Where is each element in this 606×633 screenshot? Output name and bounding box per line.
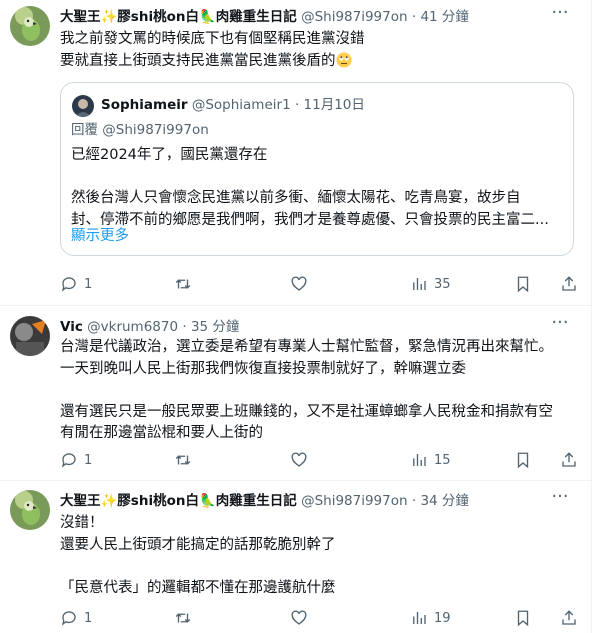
bookmark-button[interactable] bbox=[514, 608, 532, 628]
text-line: 還有選民只是一般民眾要上班賺錢的，又不是社運蟑螂拿人民稅金和捐款有空 bbox=[60, 403, 553, 420]
show-more-link[interactable]: 顯示更多 bbox=[71, 225, 129, 247]
quoted-reply-to: 回覆 @Shi987i997on bbox=[71, 122, 209, 138]
bookmark-icon bbox=[517, 610, 529, 627]
reply-count: 1 bbox=[84, 610, 93, 626]
reply-button[interactable]: 1 bbox=[60, 274, 92, 294]
tweet[interactable]: Vic @vkrum6870 · 35 分鐘 ··· 台灣是代議政治，選立委是希… bbox=[0, 314, 592, 486]
quoted-tweet[interactable]: Sophiameir @Sophiameir1 · 11月10日 回覆 @Shi… bbox=[60, 82, 574, 256]
views-button[interactable]: 15 bbox=[410, 450, 451, 470]
views-button[interactable]: 19 bbox=[410, 608, 451, 628]
tweet-divider bbox=[0, 305, 592, 306]
like-button[interactable] bbox=[290, 608, 308, 628]
tweet[interactable]: 大聖王✨膠shi桃on白🦜肉雞重生日記 @Shi987i997on · 41 分… bbox=[0, 4, 592, 296]
action-bar: 1 35 bbox=[60, 274, 580, 294]
tweet-text: 沒錯！ 還要人民上街頭才能搞定的話那乾脆別幹了 「民意代表」的邏輯都不懂在那邊護… bbox=[60, 513, 570, 599]
quoted-handle: @Sophiameir1 bbox=[191, 97, 291, 113]
text-line: 沒錯！ bbox=[60, 515, 104, 531]
text-line: 封、停滯不前的鄉愿是我們啊，我們才是養尊處優、只會投票的民主富二... bbox=[71, 211, 549, 228]
text-line: 然後台灣人只會懷念民進黨以前多衝、緬懷太陽花、吃青鳥宴，故步自 bbox=[71, 190, 521, 206]
tweet-divider bbox=[0, 480, 592, 481]
reply-count: 1 bbox=[84, 452, 93, 468]
avatar[interactable] bbox=[10, 490, 50, 530]
like-button[interactable] bbox=[290, 450, 308, 470]
text-line bbox=[60, 556, 570, 578]
retweet-button[interactable] bbox=[174, 608, 192, 628]
retweet-icon bbox=[175, 279, 191, 289]
views-button[interactable]: 35 bbox=[410, 274, 451, 294]
like-button[interactable] bbox=[290, 274, 308, 294]
text-line: 已經2024年了，國民黨還存在 bbox=[71, 147, 268, 163]
heart-icon bbox=[291, 276, 307, 291]
user-handle[interactable]: @vkrum6870 bbox=[87, 319, 178, 335]
bookmark-icon bbox=[517, 276, 529, 293]
text-line: 台灣是代議政治，選立委是希望有專業人士幫忙監督，緊急情況再出來幫忙。 bbox=[60, 339, 553, 355]
share-icon bbox=[562, 452, 576, 467]
text-line: 「民意代表」的邏輯都不懂在那邊護航什麼 bbox=[60, 579, 336, 596]
retweet-button[interactable] bbox=[174, 450, 192, 470]
share-button[interactable] bbox=[560, 450, 578, 470]
tweet-header: 大聖王✨膠shi桃on白🦜肉雞重生日記 @Shi987i997on · 34 分… bbox=[60, 491, 562, 511]
action-bar: 1 15 bbox=[60, 450, 580, 470]
more-options-icon[interactable]: ··· bbox=[548, 4, 572, 28]
tweet-text: 台灣是代議政治，選立委是希望有專業人士幫忙監督，緊急情況再出來幫忙。 一天到晚叫… bbox=[60, 337, 570, 445]
views-count: 19 bbox=[434, 610, 451, 626]
tweet-header: 大聖王✨膠shi桃on白🦜肉雞重生日記 @Shi987i997on · 41 分… bbox=[60, 7, 562, 27]
text-line: 還要人民上街頭才能搞定的話那乾脆別幹了 bbox=[60, 536, 336, 553]
text-line bbox=[60, 380, 570, 402]
timestamp[interactable]: · 41 分鐘 bbox=[412, 9, 469, 25]
reply-icon bbox=[61, 453, 76, 468]
tweet-text: 我之前發文罵的時候底下也有個堅稱民進黨沒錯 要就直接上街頭支持民進黨當民進黨後盾… bbox=[60, 29, 570, 72]
more-options-icon[interactable]: ··· bbox=[548, 488, 572, 512]
display-name[interactable]: Vic bbox=[60, 319, 83, 335]
text-line: 我之前發文罵的時候底下也有個堅稱民進黨沒錯 bbox=[60, 31, 365, 47]
text-line-content: 要就直接上街頭支持民進黨當民進黨後盾的 bbox=[60, 52, 336, 69]
views-chart-icon bbox=[413, 278, 426, 290]
text-line: 有閒在那邊當訟棍和要人上街的 bbox=[60, 425, 263, 441]
tweet-header: Vic @vkrum6870 · 35 分鐘 bbox=[60, 317, 562, 337]
avatar[interactable] bbox=[10, 316, 50, 356]
views-count: 35 bbox=[434, 276, 451, 292]
quoted-display-name: Sophiameir bbox=[101, 97, 188, 113]
quoted-header: Sophiameir @Sophiameir1 · 11月10日 bbox=[101, 94, 365, 116]
display-name[interactable]: 大聖王✨膠shi桃on白🦜肉雞重生日記 bbox=[60, 493, 297, 509]
retweet-button[interactable] bbox=[174, 274, 192, 294]
more-options-icon[interactable]: ··· bbox=[548, 314, 572, 338]
bookmark-button[interactable] bbox=[514, 274, 532, 294]
retweet-icon bbox=[175, 613, 191, 623]
share-button[interactable] bbox=[560, 274, 578, 294]
share-icon bbox=[562, 610, 576, 625]
display-name[interactable]: 大聖王✨膠shi桃on白🦜肉雞重生日記 bbox=[60, 9, 297, 25]
views-chart-icon bbox=[413, 612, 426, 624]
reply-count: 1 bbox=[84, 276, 93, 292]
bookmark-icon bbox=[517, 452, 529, 469]
quoted-timestamp: · 11月10日 bbox=[294, 97, 365, 113]
text-line: 一天到晚叫人民上街那我們恢復直接投票制就好了，幹嘛選立委 bbox=[60, 360, 466, 377]
bookmark-button[interactable] bbox=[514, 450, 532, 470]
reply-icon bbox=[61, 611, 76, 626]
reply-button[interactable]: 1 bbox=[60, 450, 92, 470]
action-bar: 1 19 bbox=[60, 608, 580, 628]
timestamp[interactable]: · 35 分鐘 bbox=[182, 319, 239, 335]
user-handle[interactable]: @Shi987i997on bbox=[301, 493, 407, 509]
retweet-icon bbox=[175, 455, 191, 465]
views-count: 15 bbox=[434, 452, 451, 468]
eye-roll-emoji-icon bbox=[336, 52, 351, 67]
timestamp[interactable]: · 34 分鐘 bbox=[412, 493, 469, 509]
share-button[interactable] bbox=[560, 608, 578, 628]
heart-icon bbox=[291, 610, 307, 625]
avatar[interactable] bbox=[10, 6, 50, 46]
share-icon bbox=[562, 276, 576, 291]
reply-icon bbox=[61, 277, 76, 292]
views-chart-icon bbox=[413, 454, 426, 466]
heart-icon bbox=[291, 452, 307, 467]
user-handle[interactable]: @Shi987i997on bbox=[301, 9, 407, 25]
text-line: 要就直接上街頭支持民進黨當民進黨後盾的 bbox=[60, 51, 570, 73]
quoted-avatar[interactable] bbox=[72, 95, 94, 117]
text-line bbox=[71, 167, 563, 189]
tweet[interactable]: 大聖王✨膠shi桃on白🦜肉雞重生日記 @Shi987i997on · 34 分… bbox=[0, 488, 592, 633]
quoted-text: 已經2024年了，國民黨還存在 然後台灣人只會懷念民進黨以前多衝、緬懷太陽花、吃… bbox=[71, 145, 563, 231]
reply-button[interactable]: 1 bbox=[60, 608, 92, 628]
